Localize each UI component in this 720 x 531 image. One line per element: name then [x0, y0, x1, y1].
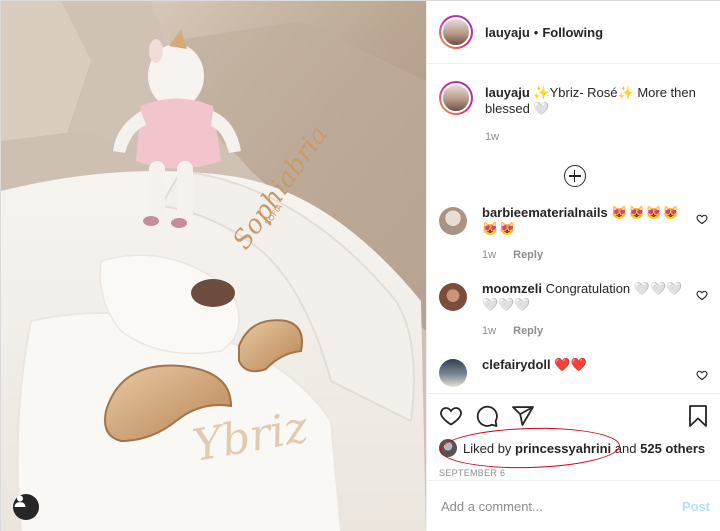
share-button[interactable]: [511, 404, 535, 428]
save-button[interactable]: [686, 404, 710, 428]
heart-icon[interactable]: [696, 213, 708, 225]
comment-username[interactable]: moomzeli: [482, 281, 542, 296]
post-photo[interactable]: Sophiabria SOFIA Ybriz: [1, 1, 426, 531]
like-button[interactable]: [439, 404, 463, 428]
likes-summary[interactable]: Liked by princessyahrini and 525 others: [439, 425, 710, 471]
comments-section[interactable]: lauyaju ✨Ybriz- Rosé✨ More then blessed …: [427, 65, 720, 393]
comment-avatar[interactable]: [439, 207, 467, 235]
heart-icon: [440, 407, 462, 426]
plus-circle-icon: [563, 165, 586, 187]
user-tag-icon: [14, 495, 26, 507]
comment-button[interactable]: [475, 404, 499, 428]
photo-illustration: Sophiabria SOFIA Ybriz: [1, 1, 426, 531]
caption-avatar[interactable]: [439, 81, 473, 115]
load-more-comments-button[interactable]: [439, 165, 710, 187]
comment-item: clefairydoll ❤️❤️: [439, 357, 710, 387]
instagram-post: Sophiabria SOFIA Ybriz lauyaju • Followi…: [0, 0, 720, 531]
comment-avatar[interactable]: [439, 359, 467, 387]
heart-icon[interactable]: [696, 289, 708, 301]
comment-time[interactable]: 1w: [482, 249, 496, 261]
liked-and: and: [614, 440, 637, 456]
caption-time[interactable]: 1w: [485, 129, 700, 145]
liker-avatar[interactable]: [439, 439, 457, 457]
reply-button[interactable]: Reply: [513, 325, 543, 337]
comment-time[interactable]: 1w: [482, 325, 496, 337]
caption: lauyaju ✨Ybriz- Rosé✨ More then blessed …: [439, 81, 710, 145]
header-separator: •: [533, 24, 539, 40]
comment-item: barbieematerialnails 😻😻😻😻😻😻 1w Reply: [439, 205, 710, 263]
likes-others-count[interactable]: 525 others: [640, 441, 705, 456]
post-actions: Liked by princessyahrini and 525 others …: [427, 393, 720, 478]
add-comment-bar: Post: [427, 480, 720, 531]
post-header: lauyaju • Following: [427, 1, 720, 64]
comment-icon: [476, 405, 498, 427]
share-icon: [512, 406, 534, 426]
author-username[interactable]: lauyaju: [485, 25, 530, 40]
comment-item: moomzeli Congratulation 🤍🤍🤍🤍🤍🤍 1w Reply: [439, 281, 710, 339]
comment-text: ❤️❤️: [554, 357, 587, 372]
comment-avatar[interactable]: [439, 283, 467, 311]
following-button[interactable]: Following: [542, 25, 603, 40]
comment-username[interactable]: barbieematerialnails: [482, 205, 608, 220]
add-comment-input[interactable]: [441, 499, 682, 514]
reply-button[interactable]: Reply: [513, 249, 543, 261]
post-panel: lauyaju • Following lauyaju ✨Ybriz- Rosé…: [426, 1, 720, 531]
bookmark-icon: [689, 405, 707, 427]
post-comment-button[interactable]: Post: [682, 499, 710, 514]
comment-username[interactable]: clefairydoll: [482, 357, 551, 372]
heart-icon[interactable]: [696, 369, 708, 381]
author-avatar[interactable]: [439, 15, 473, 49]
liker-username[interactable]: princessyahrini: [515, 441, 611, 456]
user-tag-button[interactable]: [13, 494, 39, 520]
caption-username[interactable]: lauyaju: [485, 85, 530, 100]
post-date[interactable]: SEPTEMBER 6: [439, 468, 710, 478]
liked-by-prefix: Liked by: [463, 440, 512, 456]
